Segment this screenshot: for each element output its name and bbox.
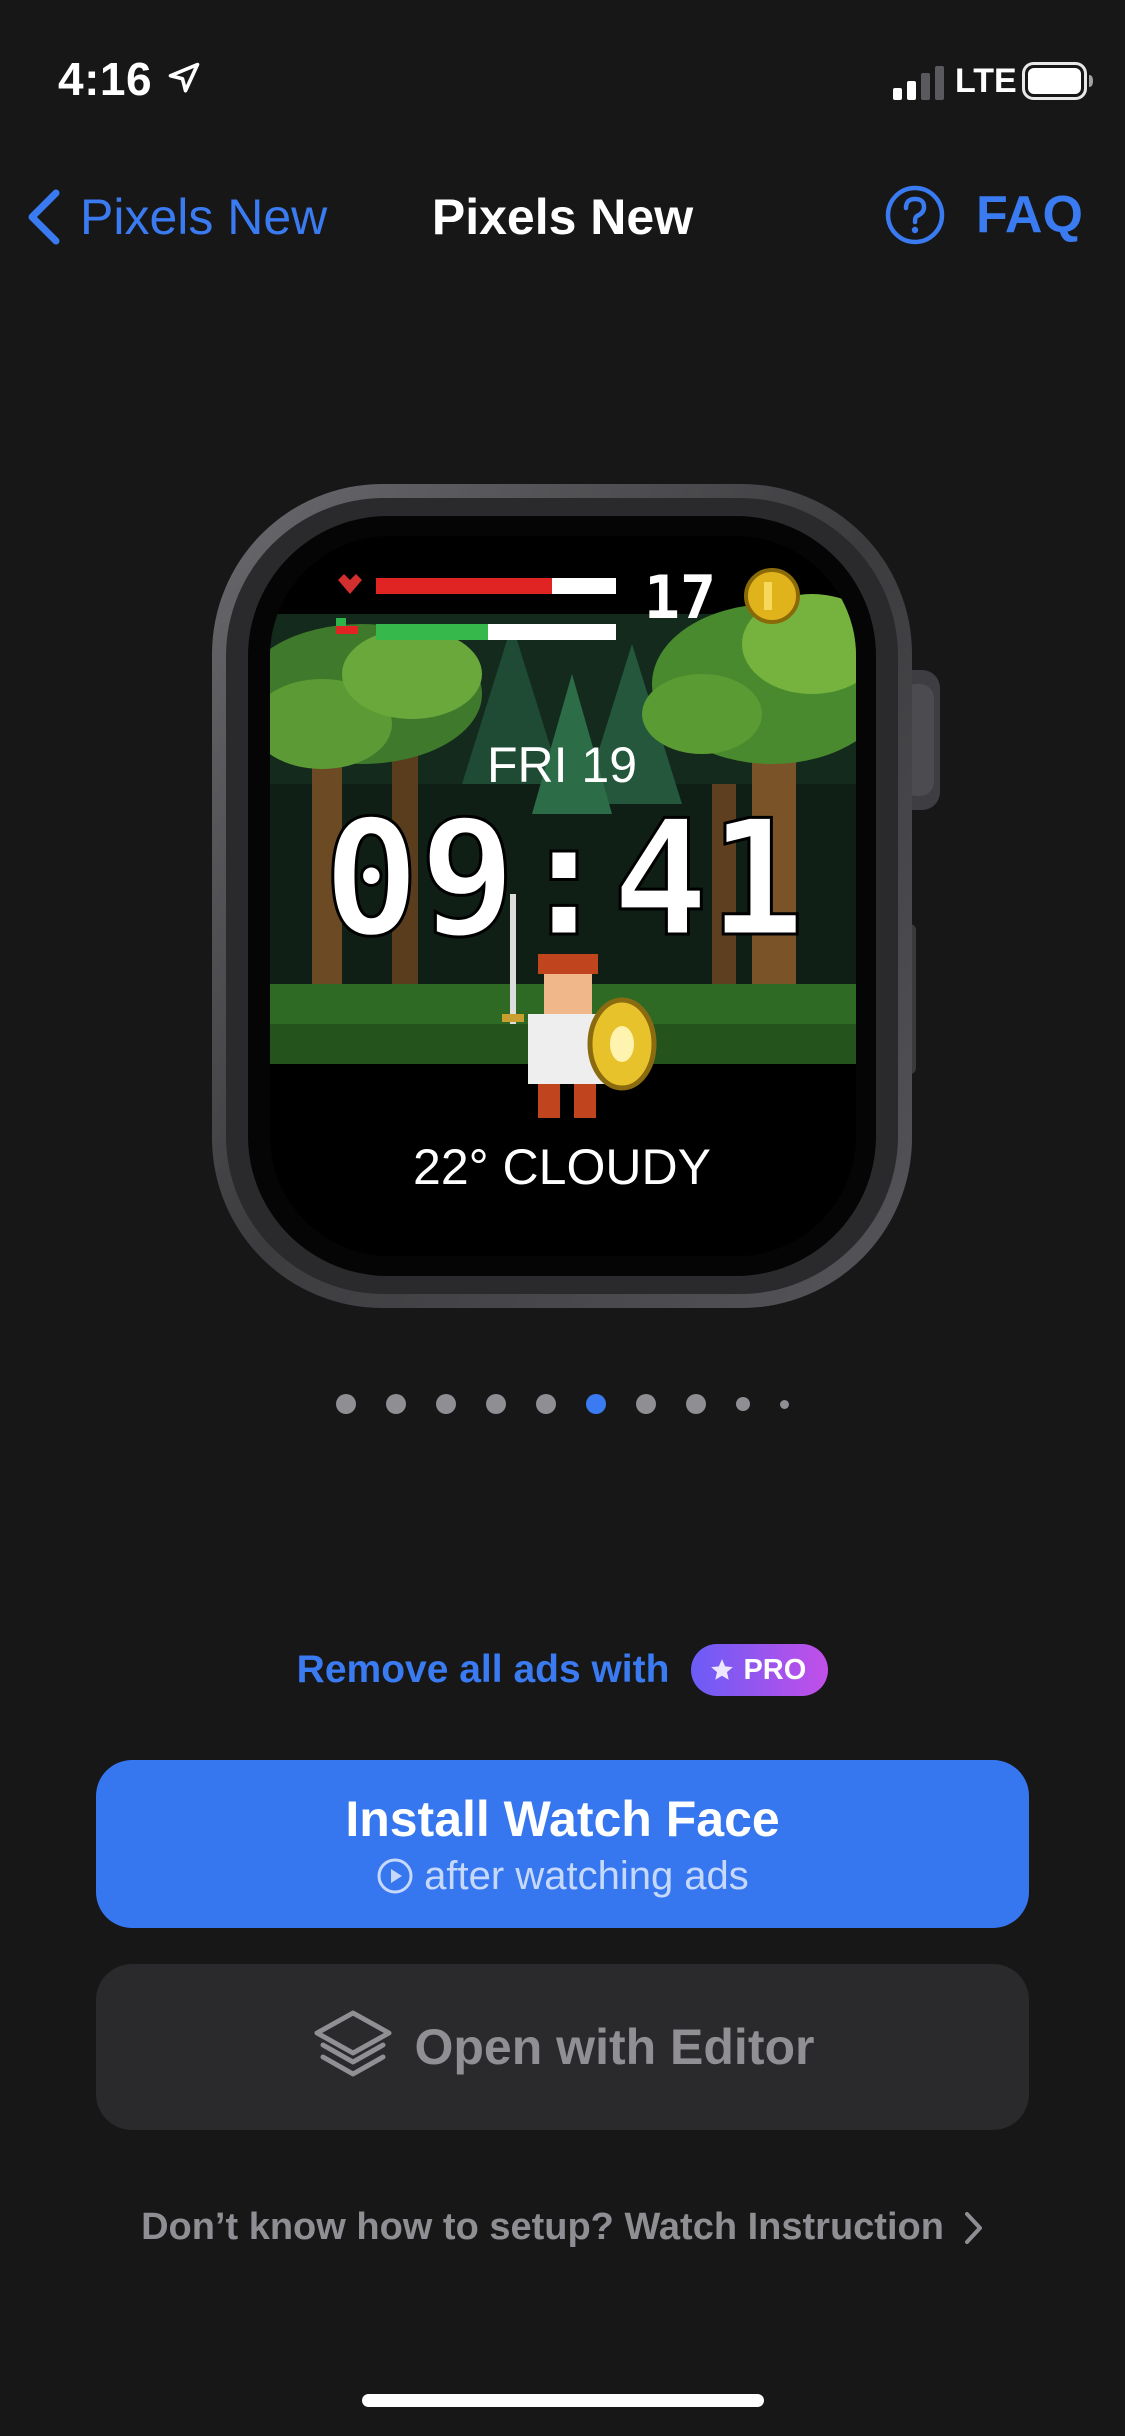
cellular-signal-icon — [893, 66, 944, 100]
location-arrow-icon — [168, 62, 200, 93]
watch-face-preview[interactable]: 17 FRI 19 09:41 22° CLOUDY — [212, 484, 952, 1308]
watch-instruction-link[interactable]: Don’t know how to setup? Watch Instructi… — [0, 2206, 1125, 2249]
chevron-right-icon — [964, 2211, 982, 2244]
open-with-editor-button[interactable]: Open with Editor — [96, 1964, 1029, 2130]
editor-label: Open with Editor — [414, 2019, 815, 2075]
remove-ads-promo: Remove all ads with PRO — [0, 1644, 1125, 1696]
page-dot[interactable] — [486, 1394, 506, 1414]
page-indicator[interactable] — [0, 1394, 1125, 1414]
page-dot[interactable] — [536, 1394, 556, 1414]
pro-label: PRO — [743, 1653, 807, 1686]
watch-time: 09:41 — [323, 785, 805, 972]
watch-weather: 22° CLOUDY — [413, 1139, 711, 1195]
install-title: Install Watch Face — [345, 1790, 780, 1847]
star-icon — [711, 1659, 734, 1680]
coin-count: 17 — [644, 563, 716, 633]
layers-icon — [314, 2010, 391, 2077]
page-dot-active[interactable] — [586, 1394, 606, 1414]
faq-button[interactable]: FAQ — [884, 184, 1083, 246]
install-subtitle-text: after watching ads — [424, 1853, 749, 1898]
page-dot[interactable] — [636, 1394, 656, 1414]
install-subtitle: after watching ads — [376, 1854, 749, 1899]
install-watch-face-button[interactable]: Install Watch Face after watching ads — [96, 1760, 1029, 1928]
faq-label: FAQ — [976, 186, 1083, 244]
instruction-label: Don’t know how to setup? Watch Instructi… — [141, 2206, 944, 2248]
page-dot[interactable] — [780, 1399, 789, 1409]
play-circle-icon — [377, 1858, 413, 1894]
page-dot[interactable] — [336, 1394, 356, 1414]
home-indicator[interactable] — [362, 2394, 764, 2407]
battery-icon — [1022, 62, 1093, 100]
pro-badge[interactable]: PRO — [691, 1644, 829, 1696]
question-circle-icon — [885, 185, 945, 245]
network-type: LTE — [955, 62, 1017, 100]
status-time: 4:16 — [58, 53, 153, 105]
page-dot[interactable] — [736, 1397, 750, 1411]
page-dot[interactable] — [386, 1394, 406, 1414]
page-dot[interactable] — [686, 1394, 706, 1414]
page-dot[interactable] — [436, 1394, 456, 1414]
remove-ads-text: Remove all ads with — [296, 1648, 670, 1691]
watch-screen: 17 FRI 19 09:41 22° CLOUDY — [270, 536, 856, 1256]
